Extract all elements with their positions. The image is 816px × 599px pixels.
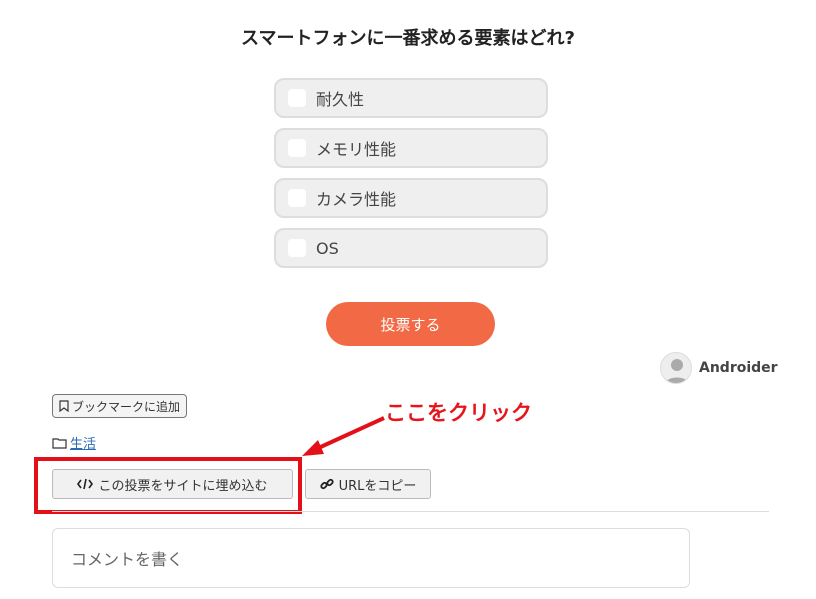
divider bbox=[52, 511, 769, 512]
link-icon bbox=[319, 477, 334, 491]
category-label[interactable]: 生活 bbox=[70, 433, 96, 452]
copy-url-label: URLをコピー bbox=[338, 478, 417, 494]
user-avatar-icon[interactable] bbox=[660, 352, 692, 384]
author-info[interactable]: Androider bbox=[660, 352, 778, 384]
author-name[interactable]: Androider bbox=[699, 360, 778, 376]
poll-option-label: 耐久性 bbox=[316, 90, 365, 109]
checkbox-icon[interactable] bbox=[288, 189, 306, 207]
code-icon bbox=[77, 478, 94, 490]
poll-option-label: カメラ性能 bbox=[316, 190, 397, 209]
add-bookmark-button[interactable]: ブックマークに追加 bbox=[52, 394, 188, 418]
comment-input[interactable]: コメントを書く bbox=[52, 528, 690, 588]
poll-option-camera[interactable]: カメラ性能 bbox=[274, 178, 548, 218]
add-bookmark-label: ブックマークに追加 bbox=[72, 399, 181, 414]
poll-option-durability[interactable]: 耐久性 bbox=[274, 78, 548, 118]
embed-poll-button[interactable]: この投票をサイトに埋め込む bbox=[52, 469, 293, 499]
checkbox-icon[interactable] bbox=[288, 239, 306, 257]
checkbox-icon[interactable] bbox=[288, 139, 306, 157]
embed-poll-label: この投票をサイトに埋め込む bbox=[98, 478, 268, 494]
arrow-icon bbox=[302, 416, 385, 456]
checkbox-icon[interactable] bbox=[288, 89, 306, 107]
poll-option-os[interactable]: OS bbox=[274, 228, 548, 268]
poll-option-label: メモリ性能 bbox=[316, 140, 397, 159]
poll-question: スマートフォンに一番求める要素はどれ? bbox=[241, 28, 575, 49]
vote-button[interactable]: 投票する bbox=[326, 302, 495, 346]
copy-url-button[interactable]: URLをコピー bbox=[305, 469, 431, 499]
folder-icon bbox=[52, 437, 68, 449]
annotation-text: ここをクリック bbox=[385, 401, 532, 425]
comment-placeholder: コメントを書く bbox=[71, 550, 184, 569]
poll-option-label: OS bbox=[316, 238, 339, 258]
category-link[interactable]: 生活 bbox=[52, 433, 96, 452]
bookmark-icon bbox=[59, 400, 69, 412]
poll-option-memory[interactable]: メモリ性能 bbox=[274, 128, 548, 168]
